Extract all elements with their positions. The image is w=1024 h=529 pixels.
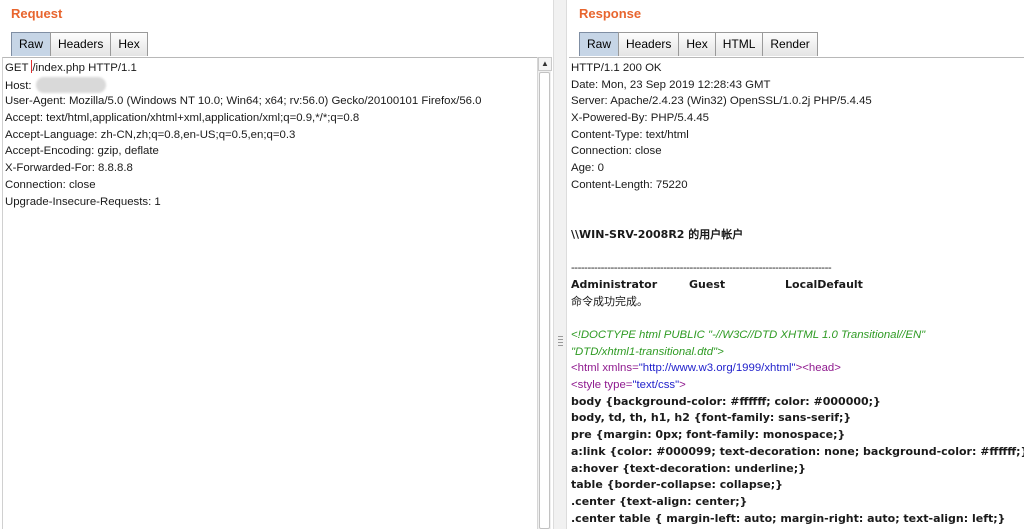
accept-language-header: Accept-Language: zh-CN,zh;q=0.8,en-US;q=… bbox=[5, 128, 296, 141]
request-editor[interactable]: GET /index.php HTTP/1.1 Host: User-Agent… bbox=[2, 57, 549, 529]
html-tag-line: <html xmlns="http://www.w3.org/1999/xhtm… bbox=[571, 362, 841, 375]
accept-encoding-header: Accept-Encoding: gzip, deflate bbox=[5, 145, 159, 158]
accounts-title: \\WIN-SRV-2008R2 的用户帐户 bbox=[571, 227, 744, 241]
request-title: Request bbox=[11, 6, 63, 21]
response-tab-headers[interactable]: Headers bbox=[618, 32, 680, 56]
request-tab-raw[interactable]: Raw bbox=[11, 32, 52, 56]
response-tab-html[interactable]: HTML bbox=[714, 32, 764, 56]
scroll-up-arrow-icon[interactable]: ▲ bbox=[538, 57, 552, 71]
css-rule: a:hover {text-decoration: underline;} bbox=[571, 461, 806, 475]
request-tab-hex[interactable]: Hex bbox=[110, 32, 148, 56]
accept-header: Accept: text/html,application/xhtml+xml,… bbox=[5, 112, 360, 125]
style-tag-line: <style type="text/css"> bbox=[571, 379, 686, 392]
scroll-thumb[interactable] bbox=[539, 72, 550, 529]
pane-splitter[interactable] bbox=[553, 0, 567, 529]
connection-header: Connection: close bbox=[571, 145, 662, 158]
response-pane: Response Raw Headers Hex HTML Render HTT… bbox=[567, 0, 1024, 529]
response-tab-render[interactable]: Render bbox=[762, 32, 818, 56]
request-tabs: Raw Headers Hex bbox=[11, 32, 148, 56]
x-forwarded-for-header: X-Forwarded-For: 8.8.8.8 bbox=[5, 162, 133, 175]
css-rule: .center table { margin-left: auto; margi… bbox=[571, 511, 1006, 525]
css-rule: table {border-collapse: collapse;} bbox=[571, 478, 783, 492]
css-rule: body {background-color: #ffffff; color: … bbox=[571, 394, 881, 408]
css-rule: pre {margin: 0px; font-family: monospace… bbox=[571, 428, 846, 442]
user-agent-header: User-Agent: Mozilla/5.0 (Windows NT 10.0… bbox=[5, 95, 482, 108]
css-rule: .center {text-align: center;} bbox=[571, 494, 748, 508]
upgrade-insecure-header: Upgrade-Insecure-Requests: 1 bbox=[5, 195, 161, 208]
age-header: Age: 0 bbox=[571, 162, 604, 175]
request-line: GET /index.php HTTP/1.1 bbox=[5, 60, 137, 74]
response-viewer[interactable]: HTTP/1.1 200 OK Date: Mon, 23 Sep 2019 1… bbox=[569, 57, 1024, 529]
redacted-host-value bbox=[35, 76, 106, 93]
x-powered-by-header: X-Powered-By: PHP/5.4.45 bbox=[571, 112, 710, 125]
command-success-text: 命令成功完成。 bbox=[571, 294, 648, 308]
css-rule: body, td, th, h1, h2 {font-family: sans-… bbox=[571, 411, 852, 425]
content-length-header: Content-Length: 75220 bbox=[571, 178, 688, 191]
request-scrollbar[interactable]: ▲ bbox=[537, 57, 552, 529]
status-line: HTTP/1.1 200 OK bbox=[571, 62, 662, 74]
server-header: Server: Apache/2.4.23 (Win32) OpenSSL/1.… bbox=[571, 95, 872, 108]
response-title: Response bbox=[579, 6, 642, 21]
css-rule: a:link {color: #000099; text-decoration:… bbox=[571, 444, 1024, 458]
content-type-header: Content-Type: text/html bbox=[571, 128, 689, 141]
response-tab-raw[interactable]: Raw bbox=[579, 32, 620, 56]
host-header: Host: bbox=[5, 76, 549, 94]
request-tab-headers[interactable]: Headers bbox=[50, 32, 112, 56]
connection-header: Connection: close bbox=[5, 178, 96, 191]
doctype-line-2: "DTD/xhtml1-transitional.dtd"> bbox=[571, 345, 724, 358]
response-tab-hex[interactable]: Hex bbox=[678, 32, 716, 56]
grip-icon bbox=[558, 336, 563, 348]
doctype-line-1: <!DOCTYPE html PUBLIC "-//W3C//DTD XHTML… bbox=[571, 329, 926, 341]
user-list-row: Administrator Guest LocalDefault bbox=[571, 277, 863, 291]
separator-line: ----------------------------------------… bbox=[571, 262, 832, 275]
request-pane: Request Raw Headers Hex GET /index.php H… bbox=[0, 0, 553, 529]
response-tabs: Raw Headers Hex HTML Render bbox=[579, 32, 818, 56]
date-header: Date: Mon, 23 Sep 2019 12:28:43 GMT bbox=[571, 78, 771, 91]
